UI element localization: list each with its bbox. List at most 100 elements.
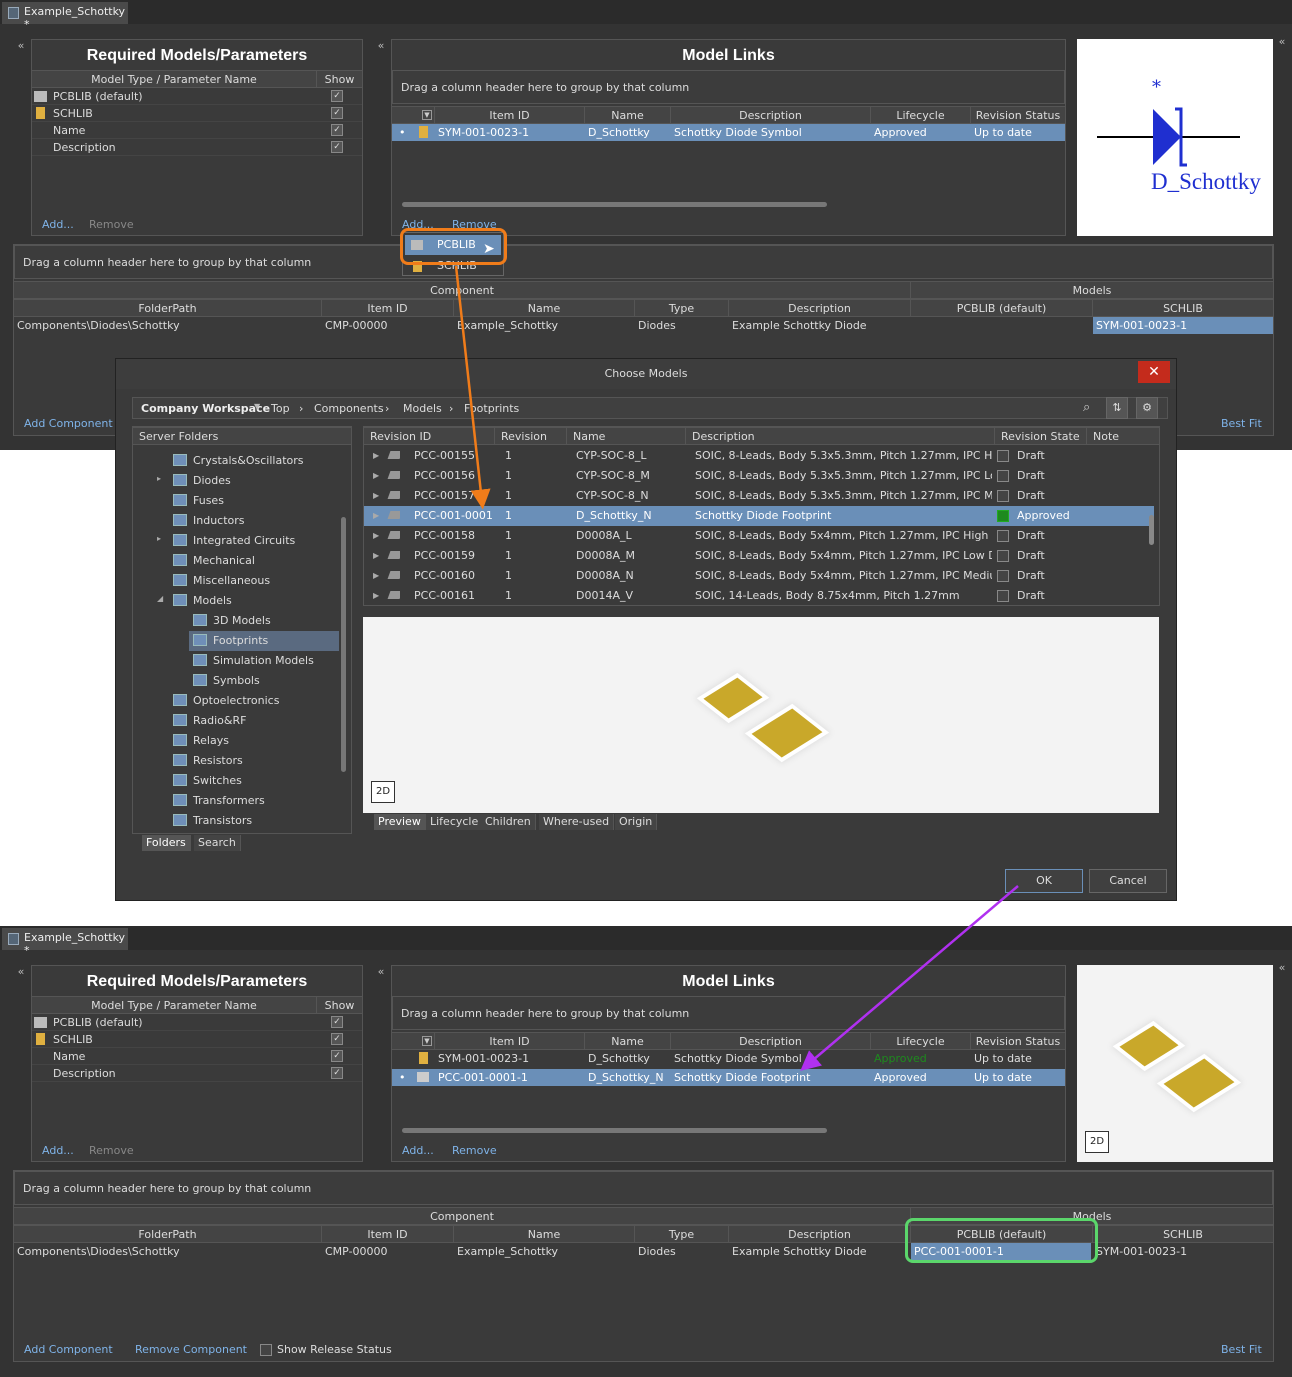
tree-scrollbar[interactable] [341,517,346,772]
col-pcblib[interactable]: PCBLIB (default) [911,300,1093,317]
horizontal-scrollbar[interactable] [402,202,827,207]
required-row[interactable]: PCBLIB (default) ✓ [32,88,362,105]
folder-item[interactable]: Miscellaneous [173,571,270,591]
expand-arrow-icon[interactable]: ▶ [370,506,382,523]
expand-arrow-icon[interactable]: ▶ [370,466,382,483]
model-link-row[interactable]: • SYM-001-0023-1 D_Schottky Schottky Dio… [392,124,1065,141]
folder-item[interactable]: Models [173,591,232,611]
folder-item[interactable]: Transistors [173,811,252,831]
folder-item[interactable]: Crystals&Oscillators [173,451,304,471]
folder-item[interactable]: 3D Models [193,611,271,631]
col-model-type[interactable]: Model Type / Parameter Name [32,997,317,1014]
col-item-id[interactable]: Item ID [322,1226,454,1243]
tab-where-used[interactable]: Where-used [539,814,615,830]
col-item-id[interactable]: Item ID [322,300,454,317]
folder-item[interactable]: Relays [173,731,229,751]
required-row[interactable]: SCHLIB ✓ [32,1031,362,1048]
col-name[interactable]: Name [454,300,635,317]
col-schlib[interactable]: SCHLIB [1093,300,1273,317]
tab-children[interactable]: Children [481,814,536,830]
revision-row[interactable]: ▶ PCC-00161 1 D0014A_V SOIC, 14-Leads, Body … [364,586,1154,606]
col-name[interactable]: Name [585,1033,671,1050]
col-description[interactable]: Description [686,428,995,445]
expander-icon[interactable]: ◢ [157,594,163,603]
add-component-link[interactable]: Add Component [24,417,113,430]
col-revision-id[interactable]: Revision ID [364,428,495,445]
collapse-left-icon[interactable]: « [374,966,388,980]
show-checkbox[interactable]: ✓ [331,1050,343,1062]
cell-schlib[interactable]: SYM-001-0023-1 [1093,317,1273,334]
show-checkbox[interactable]: ✓ [331,124,343,136]
tab-search[interactable]: Search [194,835,241,851]
show-release-checkbox[interactable] [260,1344,272,1356]
collapse-left-icon[interactable]: « [14,966,28,980]
horizontal-scrollbar[interactable] [402,1128,827,1133]
expand-arrow-icon[interactable]: ▶ [370,566,382,583]
close-button[interactable]: ✕ [1138,361,1170,383]
required-row[interactable]: Name ✓ [32,1048,362,1065]
crumb-top[interactable]: Top [271,402,290,415]
col-description[interactable]: Description [729,300,911,317]
workspace-selector[interactable]: Company Workspace [141,402,270,415]
tab-folders[interactable]: Folders [142,835,191,851]
folder-item[interactable]: Inductors [173,511,245,531]
dropdown-icon[interactable]: ▼ [254,402,260,411]
collapse-left-icon[interactable]: « [374,40,388,54]
col-name[interactable]: Name [454,1226,635,1243]
expander-icon[interactable]: ▸ [157,474,161,483]
show-checkbox[interactable]: ✓ [331,90,343,102]
collapse-up-icon[interactable]: « [1275,36,1289,50]
folder-item[interactable]: Simulation Models [193,651,314,671]
crumb-models[interactable]: Models [403,402,442,415]
revision-row[interactable]: ▶ PCC-001-0001 1 D_Schottky_N Schottky Diode… [364,506,1154,526]
model-link-row[interactable]: SYM-001-0023-1 D_Schottky Schottky Diode… [392,1050,1065,1067]
component-row[interactable]: Components\Diodes\Schottky CMP-00000 Exa… [14,317,1273,334]
col-server-folders[interactable]: Server Folders [133,428,351,445]
col-folderpath[interactable]: FolderPath [14,300,322,317]
folder-item[interactable]: Transformers [173,791,265,811]
show-checkbox[interactable]: ✓ [331,141,343,153]
best-fit-link[interactable]: Best Fit [1221,1343,1262,1356]
view-2d-button[interactable]: 2D [1085,1131,1109,1153]
folder-item[interactable]: Symbols [193,671,260,691]
document-tab[interactable]: Example_Schottky * [2,928,128,957]
remove-component-link[interactable]: Remove Component [135,1343,247,1356]
col-show[interactable]: Show [317,71,362,88]
col-item-id[interactable]: Item ID [435,1033,585,1050]
list-scrollbar[interactable] [1149,515,1154,545]
cell-schlib[interactable]: SYM-001-0023-1 [1093,1243,1273,1260]
folder-item[interactable]: Fuses [173,491,224,511]
col-note[interactable]: Note [1087,428,1159,445]
col-type[interactable]: Type [635,1226,729,1243]
expand-arrow-icon[interactable]: ▶ [370,526,382,543]
col-folderpath[interactable]: FolderPath [14,1226,322,1243]
col-lifecycle[interactable]: Lifecycle [871,107,971,124]
add-model-link[interactable]: Add... [42,218,74,231]
expander-icon[interactable]: ▸ [157,534,161,543]
tab-origin[interactable]: Origin [615,814,658,830]
revision-row[interactable]: ▶ PCC-00157 1 CYP-SOC-8_N SOIC, 8-Leads, Bod… [364,486,1154,506]
required-row[interactable]: Name ✓ [32,122,362,139]
ok-button[interactable]: OK [1005,869,1083,893]
col-type[interactable]: Type [635,300,729,317]
required-row[interactable]: Description ✓ [32,139,362,156]
expand-arrow-icon[interactable]: ▶ [370,586,382,603]
document-tab[interactable]: Example_Schottky * [2,2,128,31]
col-item-id[interactable]: Item ID [435,107,585,124]
folder-item[interactable]: Switches [173,771,242,791]
revision-row[interactable]: ▶ PCC-00160 1 D0008A_N SOIC, 8-Leads, Body 5… [364,566,1154,586]
col-revision[interactable]: Revision [495,428,567,445]
revision-row[interactable]: ▶ PCC-00156 1 CYP-SOC-8_M SOIC, 8-Leads, Bod… [364,466,1154,486]
expand-arrow-icon[interactable]: ▶ [370,486,382,503]
revision-row[interactable]: ▶ PCC-00158 1 D0008A_L SOIC, 8-Leads, Body 5… [364,526,1154,546]
tab-preview[interactable]: Preview [374,814,426,830]
crumb-footprints[interactable]: Footprints [464,402,519,415]
col-show[interactable]: Show [317,997,362,1014]
revision-row[interactable]: ▶ PCC-00155 1 CYP-SOC-8_L SOIC, 8-Leads, Bod… [364,446,1154,466]
folder-item[interactable]: Footprints [189,631,339,651]
col-schlib[interactable]: SCHLIB [1093,1226,1273,1243]
model-link-row[interactable]: • PCC-001-0001-1 D_Schottky_N Schottky D… [392,1069,1065,1086]
add-link[interactable]: Add... [402,1144,434,1157]
collapse-left-icon[interactable]: « [14,40,28,54]
tab-lifecycle[interactable]: Lifecycle [426,814,484,830]
